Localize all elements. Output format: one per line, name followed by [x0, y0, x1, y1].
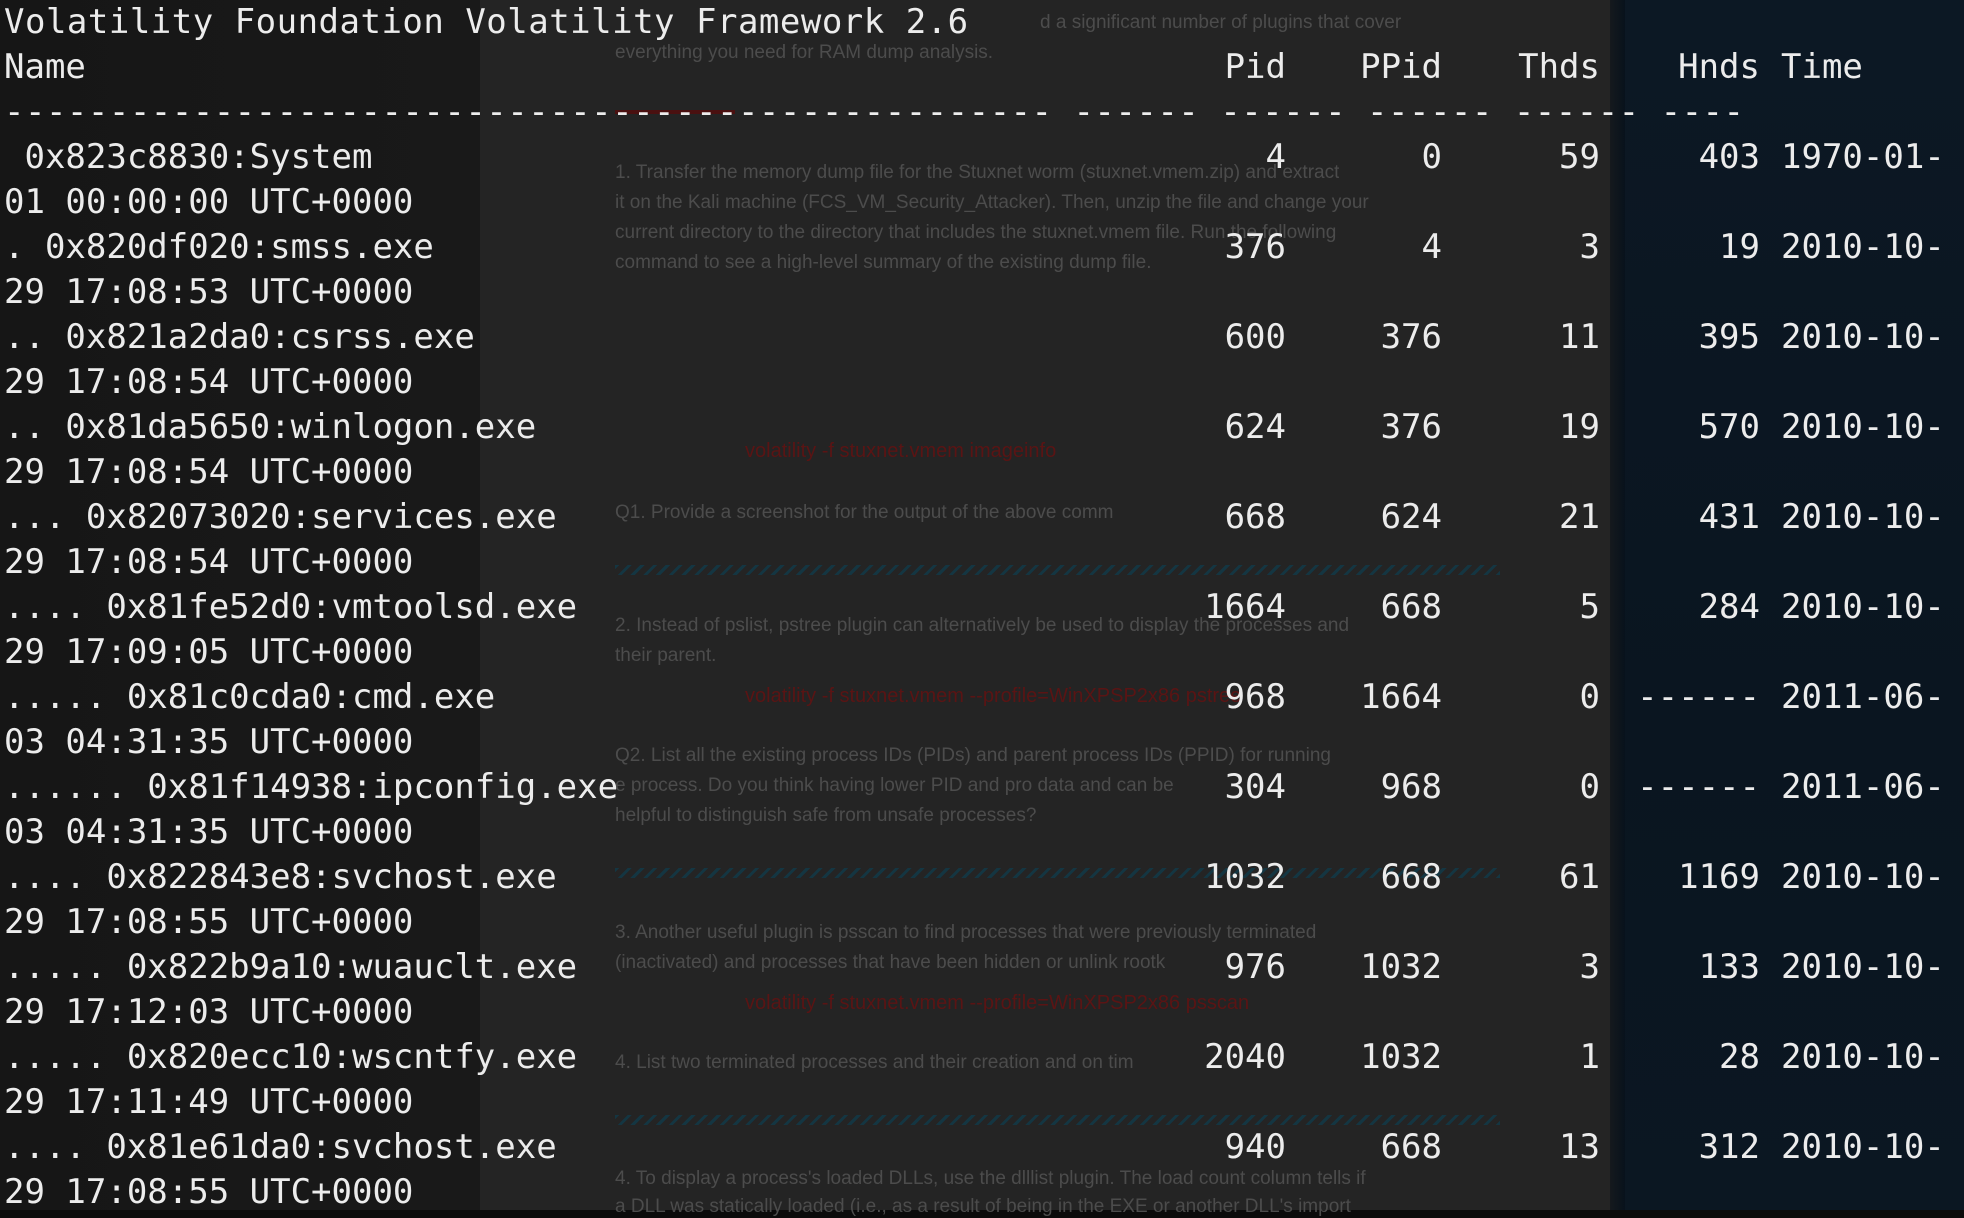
process-time-continued: 29 17:08:54 UTC+0000: [4, 542, 414, 582]
process-name: .... 0x81e61da0:svchost.exe: [4, 1127, 557, 1167]
process-threads: 3: [1579, 947, 1600, 987]
process-threads: 0: [1579, 767, 1600, 807]
process-time-continued: 29 17:12:03 UTC+0000: [4, 992, 414, 1032]
process-handles: 1169: [1678, 857, 1760, 897]
process-ppid: 624: [1380, 497, 1442, 537]
process-threads: 1: [1579, 1037, 1600, 1077]
terminal-banner: Volatility Foundation Volatility Framewo…: [4, 2, 969, 42]
process-ppid: 668: [1380, 1127, 1442, 1167]
process-ppid: 968: [1380, 767, 1442, 807]
terminal-window[interactable]: Volatility Foundation Volatility Framewo…: [0, 0, 1964, 1212]
process-threads: 11: [1559, 317, 1600, 357]
process-time: 2010-10-: [1781, 947, 1945, 987]
process-ppid: 376: [1380, 407, 1442, 447]
process-handles: 312: [1698, 1127, 1760, 1167]
column-header-name: Name: [4, 47, 86, 87]
process-handles: 284: [1698, 587, 1760, 627]
process-pid: 624: [1224, 407, 1286, 447]
process-pid: 1032: [1204, 857, 1286, 897]
column-header-hnds: Hnds: [1678, 47, 1760, 87]
process-pid: 968: [1224, 677, 1286, 717]
process-pid: 1664: [1204, 587, 1286, 627]
process-ppid: 1032: [1360, 947, 1442, 987]
process-threads: 19: [1559, 407, 1600, 447]
process-ppid: 4: [1421, 227, 1442, 267]
process-pid: 2040: [1204, 1037, 1286, 1077]
process-threads: 5: [1579, 587, 1600, 627]
process-time-continued: 01 00:00:00 UTC+0000: [4, 182, 414, 222]
process-time-continued: 03 04:31:35 UTC+0000: [4, 722, 414, 762]
process-ppid: 1032: [1360, 1037, 1442, 1077]
process-time-continued: 29 17:08:54 UTC+0000: [4, 362, 414, 402]
process-time-continued: 29 17:09:05 UTC+0000: [4, 632, 414, 672]
process-time: 2010-10-: [1781, 857, 1945, 897]
process-time-continued: 29 17:08:55 UTC+0000: [4, 902, 414, 942]
process-pid: 4: [1265, 137, 1286, 177]
process-time: 2010-10-: [1781, 407, 1945, 447]
process-time-continued: 03 04:31:35 UTC+0000: [4, 812, 414, 852]
process-ppid: 668: [1380, 587, 1442, 627]
process-ppid: 668: [1380, 857, 1442, 897]
process-time: 2010-10-: [1781, 587, 1945, 627]
column-header-time: Time: [1781, 47, 1863, 87]
process-threads: 61: [1559, 857, 1600, 897]
process-name: ..... 0x822b9a10:wuauclt.exe: [4, 947, 578, 987]
process-time: 2010-10-: [1781, 497, 1945, 537]
process-time-continued: 29 17:08:55 UTC+0000: [4, 1172, 414, 1212]
header-separator: ----------------------------------------…: [4, 92, 1745, 132]
process-time-continued: 29 17:11:49 UTC+0000: [4, 1082, 414, 1122]
process-name: 0x823c8830:System: [4, 137, 373, 177]
process-name: ..... 0x81c0cda0:cmd.exe: [4, 677, 496, 717]
process-threads: 21: [1559, 497, 1600, 537]
column-header-thds: Thds: [1518, 47, 1600, 87]
process-name: .. 0x821a2da0:csrss.exe: [4, 317, 475, 357]
process-name: .... 0x81fe52d0:vmtoolsd.exe: [4, 587, 578, 627]
process-handles: 395: [1698, 317, 1760, 357]
process-handles: ------: [1637, 767, 1760, 807]
process-handles: 133: [1698, 947, 1760, 987]
process-handles: 403: [1698, 137, 1760, 177]
process-time: 2010-10-: [1781, 227, 1945, 267]
process-handles: ------: [1637, 677, 1760, 717]
process-time: 1970-01-: [1781, 137, 1945, 177]
process-name: ..... 0x820ecc10:wscntfy.exe: [4, 1037, 578, 1077]
process-threads: 3: [1579, 227, 1600, 267]
process-ppid: 376: [1380, 317, 1442, 357]
process-handles: 431: [1698, 497, 1760, 537]
process-pid: 304: [1224, 767, 1286, 807]
process-threads: 59: [1559, 137, 1600, 177]
process-ppid: 0: [1421, 137, 1442, 177]
process-time-continued: 29 17:08:54 UTC+0000: [4, 452, 414, 492]
process-time: 2010-10-: [1781, 317, 1945, 357]
process-name: ... 0x82073020:services.exe: [4, 497, 557, 537]
process-name: ...... 0x81f14938:ipconfig.exe: [4, 767, 619, 807]
process-ppid: 1664: [1360, 677, 1442, 717]
column-header-pid: Pid: [1224, 47, 1286, 87]
process-name: .. 0x81da5650:winlogon.exe: [4, 407, 537, 447]
process-threads: 0: [1579, 677, 1600, 717]
process-time: 2011-06-: [1781, 767, 1945, 807]
process-time: 2010-10-: [1781, 1037, 1945, 1077]
process-name: .... 0x822843e8:svchost.exe: [4, 857, 557, 897]
process-time: 2011-06-: [1781, 677, 1945, 717]
process-pid: 376: [1224, 227, 1286, 267]
process-name: . 0x820df020:smss.exe: [4, 227, 434, 267]
process-time: 2010-10-: [1781, 1127, 1945, 1167]
column-header-ppid: PPid: [1360, 47, 1442, 87]
process-handles: 570: [1698, 407, 1760, 447]
process-handles: 19: [1719, 227, 1760, 267]
process-pid: 600: [1224, 317, 1286, 357]
process-pid: 940: [1224, 1127, 1286, 1167]
process-pid: 976: [1224, 947, 1286, 987]
process-handles: 28: [1719, 1037, 1760, 1077]
process-time-continued: 29 17:08:53 UTC+0000: [4, 272, 414, 312]
process-pid: 668: [1224, 497, 1286, 537]
process-threads: 13: [1559, 1127, 1600, 1167]
